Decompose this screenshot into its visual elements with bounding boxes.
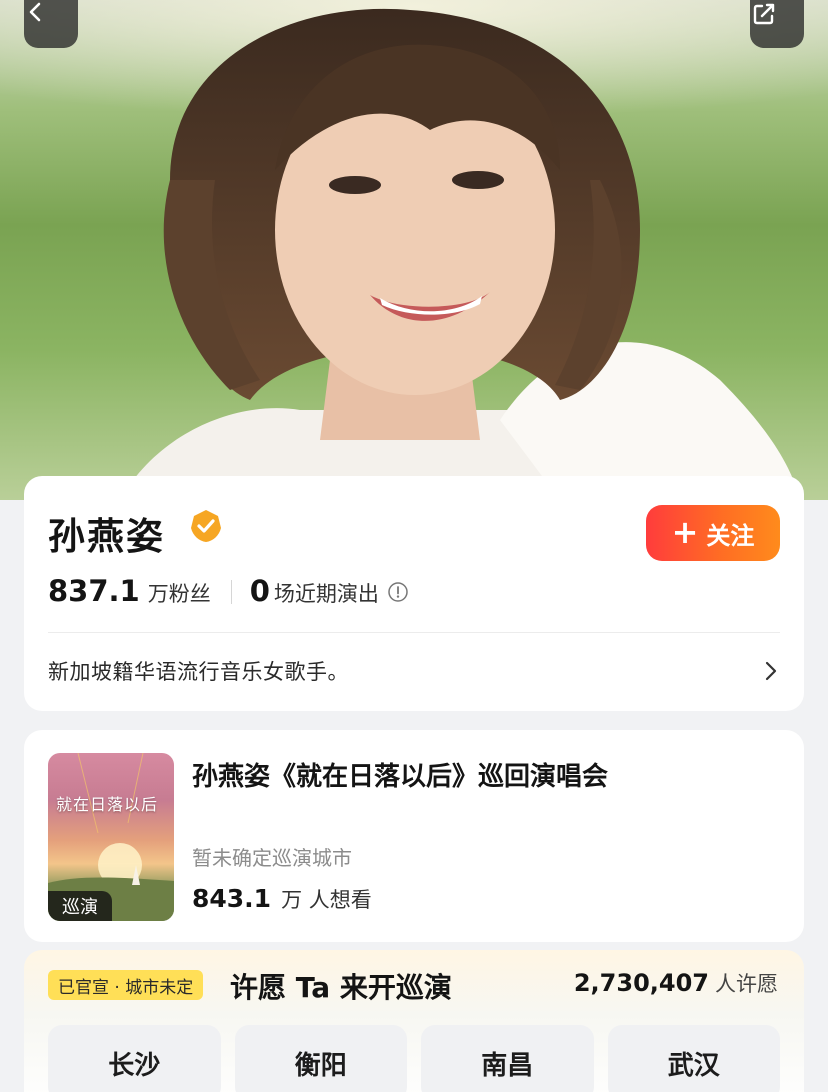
city-options: 长沙 衡阳 南昌 武汉 — [48, 1025, 780, 1092]
artist-stats: 837.1 万粉丝 0 场近期演出 — [48, 574, 409, 610]
concert-card[interactable]: 就在日落以后 巡演 孙燕姿《就在日落以后》巡回演唱会 暂未确定巡演城市 843.… — [24, 730, 804, 942]
status-badge: 已官宣 · 城市未定 — [48, 970, 204, 1000]
fans-label: 万粉丝 — [147, 582, 211, 606]
follow-label: 关注 — [706, 521, 755, 550]
wish-tour-card: 已官宣 · 城市未定 许愿 Ta 来开巡演 2,730,407 人许愿 长沙 衡… — [24, 950, 804, 1092]
artist-name: 孙燕姿 — [48, 515, 165, 558]
city-button-wuhan[interactable]: 武汉 — [607, 1025, 780, 1092]
chevron-right-icon[interactable] — [762, 660, 780, 682]
plus-icon: + — [671, 512, 699, 551]
want-to-see: 843.1 万 人想看 — [192, 884, 372, 914]
wish-count-row: 2,730,407 人许愿 — [574, 968, 778, 998]
poster-title: 就在日落以后 — [56, 795, 159, 814]
hero-photo — [0, 0, 828, 500]
concert-city-status: 暂未确定巡演城市 — [192, 846, 352, 870]
city-button-nanchang[interactable]: 南昌 — [421, 1025, 594, 1092]
hero-illustration — [0, 0, 828, 500]
shows-count: 0 — [249, 574, 270, 608]
shows-label: 场近期演出 — [273, 582, 379, 606]
chevron-left-icon — [29, 2, 41, 22]
city-button-hengyang[interactable]: 衡阳 — [234, 1025, 407, 1092]
card-divider — [48, 632, 780, 633]
city-button-changsha[interactable]: 长沙 — [48, 1025, 221, 1092]
share-icon — [753, 3, 775, 25]
wish-count: 2,730,407 — [573, 969, 709, 997]
stats-divider — [230, 580, 232, 604]
info-circle-icon[interactable] — [387, 581, 409, 603]
want-label: 万 人想看 — [281, 888, 372, 912]
tour-tag: 巡演 — [48, 891, 112, 921]
concert-title[interactable]: 孙燕姿《就在日落以后》巡回演唱会 — [192, 756, 608, 793]
fans-count: 837.1 — [48, 574, 140, 608]
artist-bio[interactable]: 新加坡籍华语流行音乐女歌手。 — [48, 656, 349, 686]
concert-poster[interactable]: 就在日落以后 巡演 — [48, 753, 174, 921]
wish-title: 许愿 Ta 来开巡演 — [230, 971, 452, 1004]
wish-count-label: 人许愿 — [715, 972, 778, 996]
follow-button[interactable]: + 关注 — [646, 505, 780, 561]
share-button[interactable] — [750, 0, 804, 48]
back-button[interactable] — [24, 0, 78, 48]
artist-profile-card: 孙燕姿 + 关注 837.1 万粉丝 0 场近期演出 新加坡籍华语流行音乐女歌手… — [24, 476, 804, 711]
want-count: 843.1 — [192, 884, 272, 913]
verified-check-icon — [191, 510, 221, 542]
